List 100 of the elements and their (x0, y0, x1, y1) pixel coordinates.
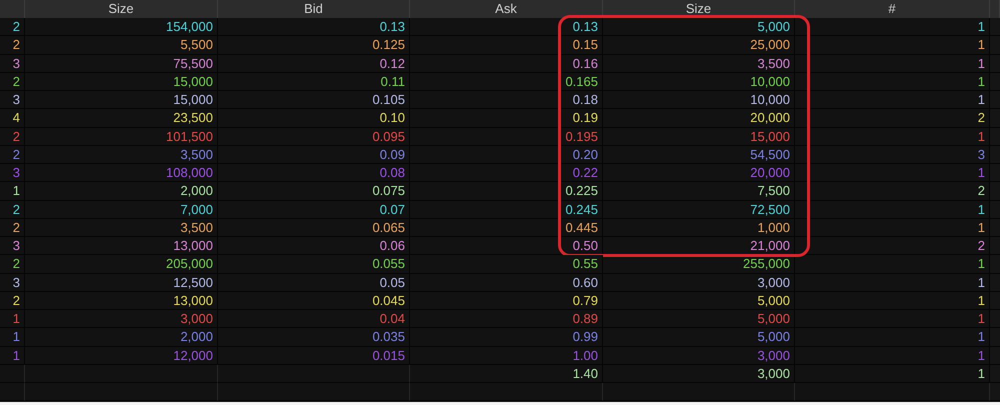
ask-count: 1 (795, 128, 990, 146)
ask-count: 1 (795, 292, 990, 310)
ask-size: 5,000 (603, 310, 795, 328)
bid-size: 154,000 (25, 18, 218, 36)
ask-price: 0.60 (410, 274, 603, 292)
header-cell (990, 0, 1000, 18)
bid-price: 0.015 (218, 346, 410, 365)
bid-count: 2 (0, 36, 25, 54)
ask-size: 15,000 (603, 128, 795, 146)
ask-size: 3,000 (603, 274, 795, 292)
bid-price: 0.125 (218, 36, 410, 54)
bid-size: 101,500 (25, 128, 218, 146)
header-cell (0, 0, 25, 18)
ask-count: 1 (795, 274, 990, 292)
bid-count: 3 (0, 274, 25, 292)
bid-size: 3,500 (25, 218, 218, 237)
ask-price: 0.79 (410, 292, 603, 310)
bid-price: 0.13 (218, 18, 410, 36)
ask-size: 72,500 (603, 200, 795, 219)
bid-count: 3 (0, 91, 25, 110)
bid-size: 3,500 (25, 146, 218, 164)
bid-price: 0.06 (218, 237, 410, 256)
bid-size: 12,000 (25, 346, 218, 365)
bid-size: 2,000 (25, 328, 218, 346)
bid-price: 0.075 (218, 182, 410, 200)
ask-count: 1 (795, 255, 990, 274)
ask-count: 1 (795, 200, 990, 219)
bid-count: 2 (0, 292, 25, 310)
ask-count: 1 (795, 164, 990, 182)
ask-price: 0.99 (410, 328, 603, 346)
ask-count: 1 (795, 18, 990, 36)
bid-count: 2 (0, 146, 25, 164)
column-header[interactable]: Size (25, 0, 218, 18)
bid-price: 0.04 (218, 310, 410, 328)
bid-count: 1 (0, 310, 25, 328)
bid-price: 0.07 (218, 200, 410, 219)
bid-count: 3 (0, 54, 25, 73)
column-header[interactable]: # (795, 0, 990, 18)
ask-count: 1 (795, 36, 990, 54)
bid-count: 2 (0, 72, 25, 91)
bid-count: 4 (0, 109, 25, 128)
bid-size: 2,000 (25, 182, 218, 200)
bid-price: 0.08 (218, 164, 410, 182)
ask-size: 10,000 (603, 91, 795, 110)
ask-count: 1 (795, 72, 990, 91)
ask-price: 1.40 (410, 364, 603, 383)
bid-size: 75,500 (25, 54, 218, 73)
bid-size: 12,500 (25, 274, 218, 292)
ask-size: 3,500 (603, 54, 795, 73)
bid-size: 3,000 (25, 310, 218, 328)
bid-size: 5,500 (25, 36, 218, 54)
column-header[interactable]: Bid (218, 0, 410, 18)
bid-price: 0.105 (218, 91, 410, 110)
bid-price: 0.05 (218, 274, 410, 292)
bid-price: 0.035 (218, 328, 410, 346)
bid-price: 0.09 (218, 146, 410, 164)
ask-count: 1 (795, 346, 990, 365)
bid-count: 2 (0, 255, 25, 274)
ask-size: 5,000 (603, 328, 795, 346)
ask-count: 1 (795, 91, 990, 110)
bid-count: 2 (0, 128, 25, 146)
bid-price: 0.065 (218, 218, 410, 237)
bid-price: 0.055 (218, 255, 410, 274)
bid-count: 1 (0, 328, 25, 346)
ask-count: 1 (795, 54, 990, 73)
bid-size: 7,000 (25, 200, 218, 219)
bid-size: 15,000 (25, 91, 218, 110)
bid-size: 13,000 (25, 292, 218, 310)
ask-count: 2 (795, 109, 990, 128)
column-header[interactable]: Ask (410, 0, 603, 18)
ask-size: 3,000 (603, 346, 795, 365)
ask-count: 1 (795, 328, 990, 346)
ask-price: 0.89 (410, 310, 603, 328)
ask-size: 5,000 (603, 18, 795, 36)
ask-size: 3,000 (603, 364, 795, 383)
ask-size: 5,000 (603, 292, 795, 310)
bid-price: 0.10 (218, 109, 410, 128)
ask-count: 1 (795, 364, 990, 383)
bid-size: 205,000 (25, 255, 218, 274)
ask-count: 1 (795, 310, 990, 328)
bid-count: 3 (0, 164, 25, 182)
bid-size: 15,000 (25, 72, 218, 91)
bid-count: 1 (0, 346, 25, 365)
ask-price: 0.55 (410, 255, 603, 274)
bid-size: 13,000 (25, 237, 218, 256)
bid-count: 2 (0, 18, 25, 36)
bid-price: 0.095 (218, 128, 410, 146)
bid-price: 0.12 (218, 54, 410, 73)
bid-size: 108,000 (25, 164, 218, 182)
ask-count: 1 (795, 218, 990, 237)
ask-count: 2 (795, 182, 990, 200)
bid-price: 0.11 (218, 72, 410, 91)
bid-price: 0.045 (218, 292, 410, 310)
bid-count: 2 (0, 218, 25, 237)
bid-size: 23,500 (25, 109, 218, 128)
bid-count: 3 (0, 237, 25, 256)
ask-count: 3 (795, 146, 990, 164)
ask-price: 1.00 (410, 346, 603, 365)
bid-count: 2 (0, 200, 25, 219)
ask-size: 20,000 (603, 164, 795, 182)
